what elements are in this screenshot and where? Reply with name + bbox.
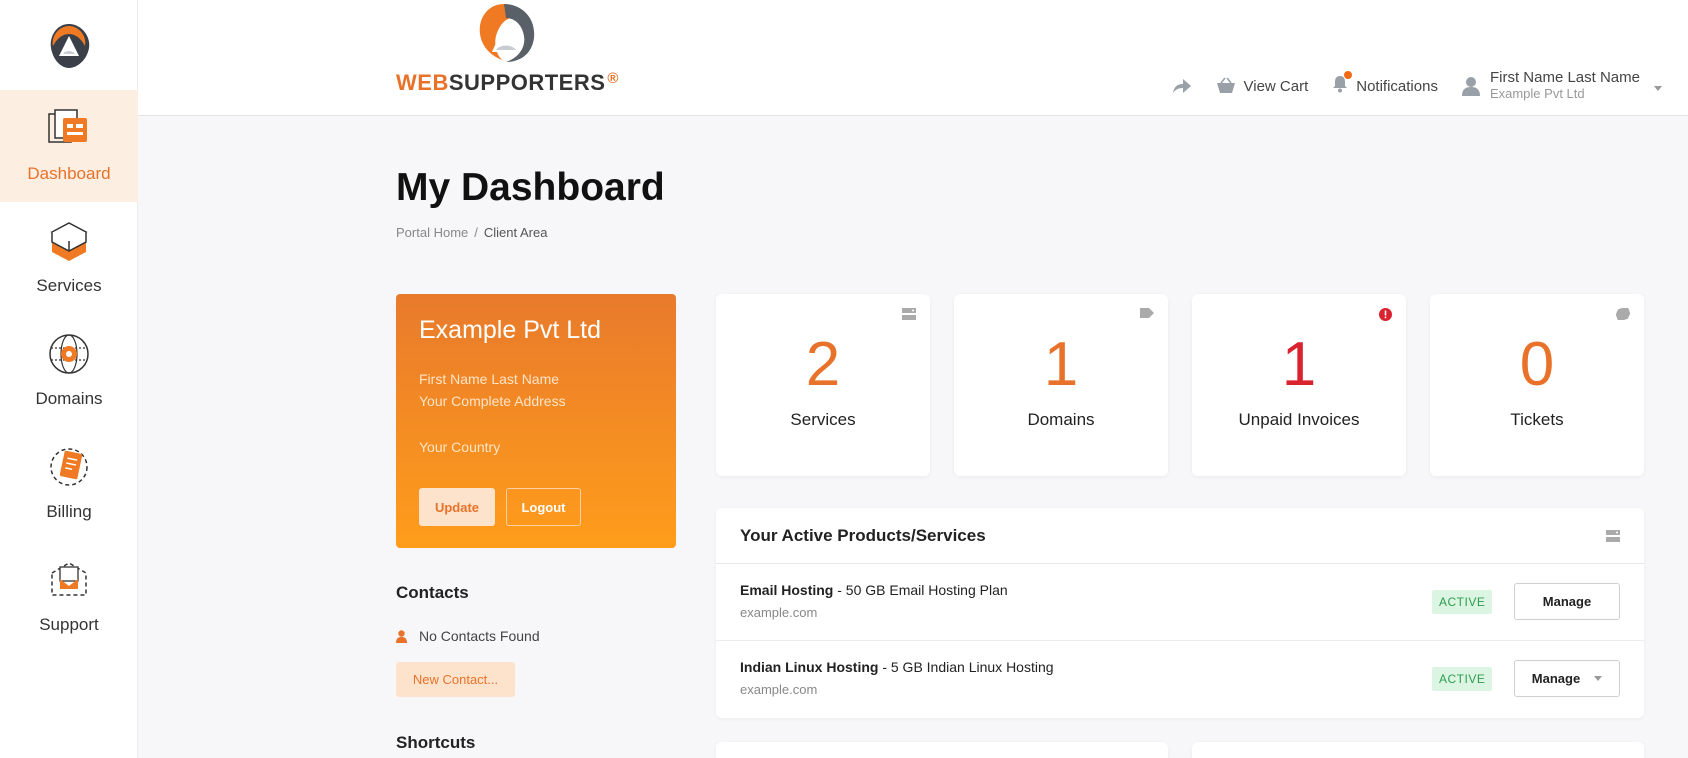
brand-logo-icon[interactable] xyxy=(43,20,95,72)
cart-basket-icon xyxy=(1216,77,1235,93)
chevron-down-icon xyxy=(1594,676,1603,681)
client-info-card: Example Pvt Ltd First Name Last Name You… xyxy=(396,294,676,548)
server-icon xyxy=(1606,529,1620,542)
stat-value: 2 xyxy=(805,330,841,399)
billing-icon xyxy=(50,448,88,486)
brand-word-web: WEB xyxy=(396,70,449,95)
sidebar-item-label: Domains xyxy=(35,389,103,408)
lower-panel-right xyxy=(1192,742,1644,758)
services-box-icon xyxy=(50,222,88,261)
stat-tile-unpaid-invoices[interactable]: 1 Unpaid Invoices xyxy=(1192,294,1406,476)
bell-icon xyxy=(1333,76,1348,93)
share-button[interactable] xyxy=(1172,77,1192,95)
sidebar-item-label: Dashboard xyxy=(27,164,111,183)
service-row[interactable]: Indian Linux Hosting - 5 GB Indian Linux… xyxy=(716,641,1644,718)
brand-wordmark[interactable]: WEBSUPPORTERS ® xyxy=(396,70,619,96)
manage-button[interactable]: Manage xyxy=(1514,583,1620,620)
shortcuts-heading: Shortcuts xyxy=(396,733,476,752)
user-avatar-icon xyxy=(1461,77,1480,96)
panel-header: Your Active Products/Services xyxy=(716,508,1644,564)
sidebar-item-label: Services xyxy=(36,276,102,295)
registered-mark: ® xyxy=(607,70,619,87)
service-plan: - 5 GB Indian Linux Hosting xyxy=(878,659,1054,675)
sidebar-item-support[interactable]: Support xyxy=(0,541,138,653)
top-header: WEBSUPPORTERS ® View Cart Notifications F… xyxy=(138,0,1688,116)
sidebar-nav: Dashboard Services Domains Billing Suppo… xyxy=(0,0,138,758)
breadcrumb: Portal Home / Client Area xyxy=(396,225,547,240)
sidebar-item-billing[interactable]: Billing xyxy=(0,428,138,540)
service-domain: example.com xyxy=(740,682,818,697)
stat-label: Domains xyxy=(1027,410,1095,429)
stat-label: Tickets xyxy=(1510,410,1564,429)
new-contact-button[interactable]: New Contact... xyxy=(396,662,515,697)
stat-tile-tickets[interactable]: 0 Tickets xyxy=(1430,294,1644,476)
support-icon xyxy=(51,562,87,596)
stat-value: 1 xyxy=(1281,330,1317,399)
breadcrumb-portal-home[interactable]: Portal Home xyxy=(396,225,468,240)
stat-tile-domains[interactable]: 1 Domains xyxy=(954,294,1168,476)
manage-dropdown-button[interactable]: Manage xyxy=(1514,660,1620,697)
client-country: Your Country xyxy=(419,439,501,455)
dashboard-icon xyxy=(48,109,87,143)
stat-tile-services[interactable]: 2 Services xyxy=(716,294,930,476)
stat-value: 1 xyxy=(1043,330,1079,399)
page-title: My Dashboard xyxy=(396,166,665,209)
header-actions: View Cart Notifications First Name Last … xyxy=(1172,70,1688,102)
service-name: Email Hosting xyxy=(740,582,834,598)
user-company: Example Pvt Ltd xyxy=(1489,86,1585,101)
globe-icon xyxy=(49,334,89,374)
breadcrumb-separator: / xyxy=(474,225,478,240)
client-address: Your Complete Address xyxy=(419,393,566,409)
user-name: First Name Last Name xyxy=(1489,69,1640,86)
notifications-label: Notifications xyxy=(1356,77,1438,95)
client-card-actions: Update Logout xyxy=(419,488,581,526)
view-cart-label: View Cart xyxy=(1243,77,1309,95)
active-products-panel: Your Active Products/Services Email Host… xyxy=(716,508,1644,718)
sidebar-item-label: Support xyxy=(39,615,99,634)
user-info: First Name Last Name Example Pvt Ltd xyxy=(1490,70,1640,102)
breadcrumb-client-area: Client Area xyxy=(483,225,548,240)
service-plan: - 50 GB Email Hosting Plan xyxy=(833,582,1008,598)
server-icon xyxy=(902,308,916,320)
notifications-button[interactable]: Notifications xyxy=(1332,71,1438,97)
stat-label: Unpaid Invoices xyxy=(1238,410,1360,429)
manage-label: Manage xyxy=(1531,671,1581,686)
share-arrow-icon xyxy=(1172,79,1191,93)
status-badge: ACTIVE xyxy=(1432,667,1493,691)
status-badge: ACTIVE xyxy=(1432,590,1493,614)
service-row[interactable]: Email Hosting - 50 GB Email Hosting Plan… xyxy=(716,564,1644,641)
stat-value: 0 xyxy=(1519,330,1555,399)
notification-indicator xyxy=(1332,71,1353,97)
service-title: Email Hosting - 50 GB Email Hosting Plan xyxy=(740,582,1008,598)
sidebar-item-label: Billing xyxy=(46,502,92,521)
sidebar-item-services[interactable]: Services xyxy=(0,202,138,314)
manage-label: Manage xyxy=(1542,594,1592,609)
user-icon xyxy=(396,629,407,643)
ticket-tag-icon xyxy=(1616,308,1630,320)
no-contacts-text: No Contacts Found xyxy=(419,628,540,644)
tag-icon xyxy=(1140,308,1154,318)
service-domain: example.com xyxy=(740,605,818,620)
user-menu[interactable]: First Name Last Name Example Pvt Ltd xyxy=(1461,70,1662,102)
sidebar-item-dashboard[interactable]: Dashboard xyxy=(0,90,138,202)
panel-title: Your Active Products/Services xyxy=(740,525,986,545)
logout-button[interactable]: Logout xyxy=(506,488,581,526)
service-title: Indian Linux Hosting - 5 GB Indian Linux… xyxy=(740,659,1054,675)
contacts-heading: Contacts xyxy=(396,583,469,602)
alert-icon xyxy=(1379,308,1392,321)
sidebar-item-domains[interactable]: Domains xyxy=(0,315,138,427)
client-company: Example Pvt Ltd xyxy=(419,316,602,344)
stat-label: Services xyxy=(790,410,856,429)
view-cart-button[interactable]: View Cart xyxy=(1216,77,1309,95)
chevron-down-icon xyxy=(1654,85,1662,91)
lower-panel-left xyxy=(716,742,1168,758)
brand-word-rest: SUPPORTERS xyxy=(448,70,606,95)
client-name: First Name Last Name xyxy=(419,371,560,387)
update-button[interactable]: Update xyxy=(419,488,495,526)
contacts-empty-state: No Contacts Found xyxy=(396,628,540,644)
service-name: Indian Linux Hosting xyxy=(740,659,879,675)
